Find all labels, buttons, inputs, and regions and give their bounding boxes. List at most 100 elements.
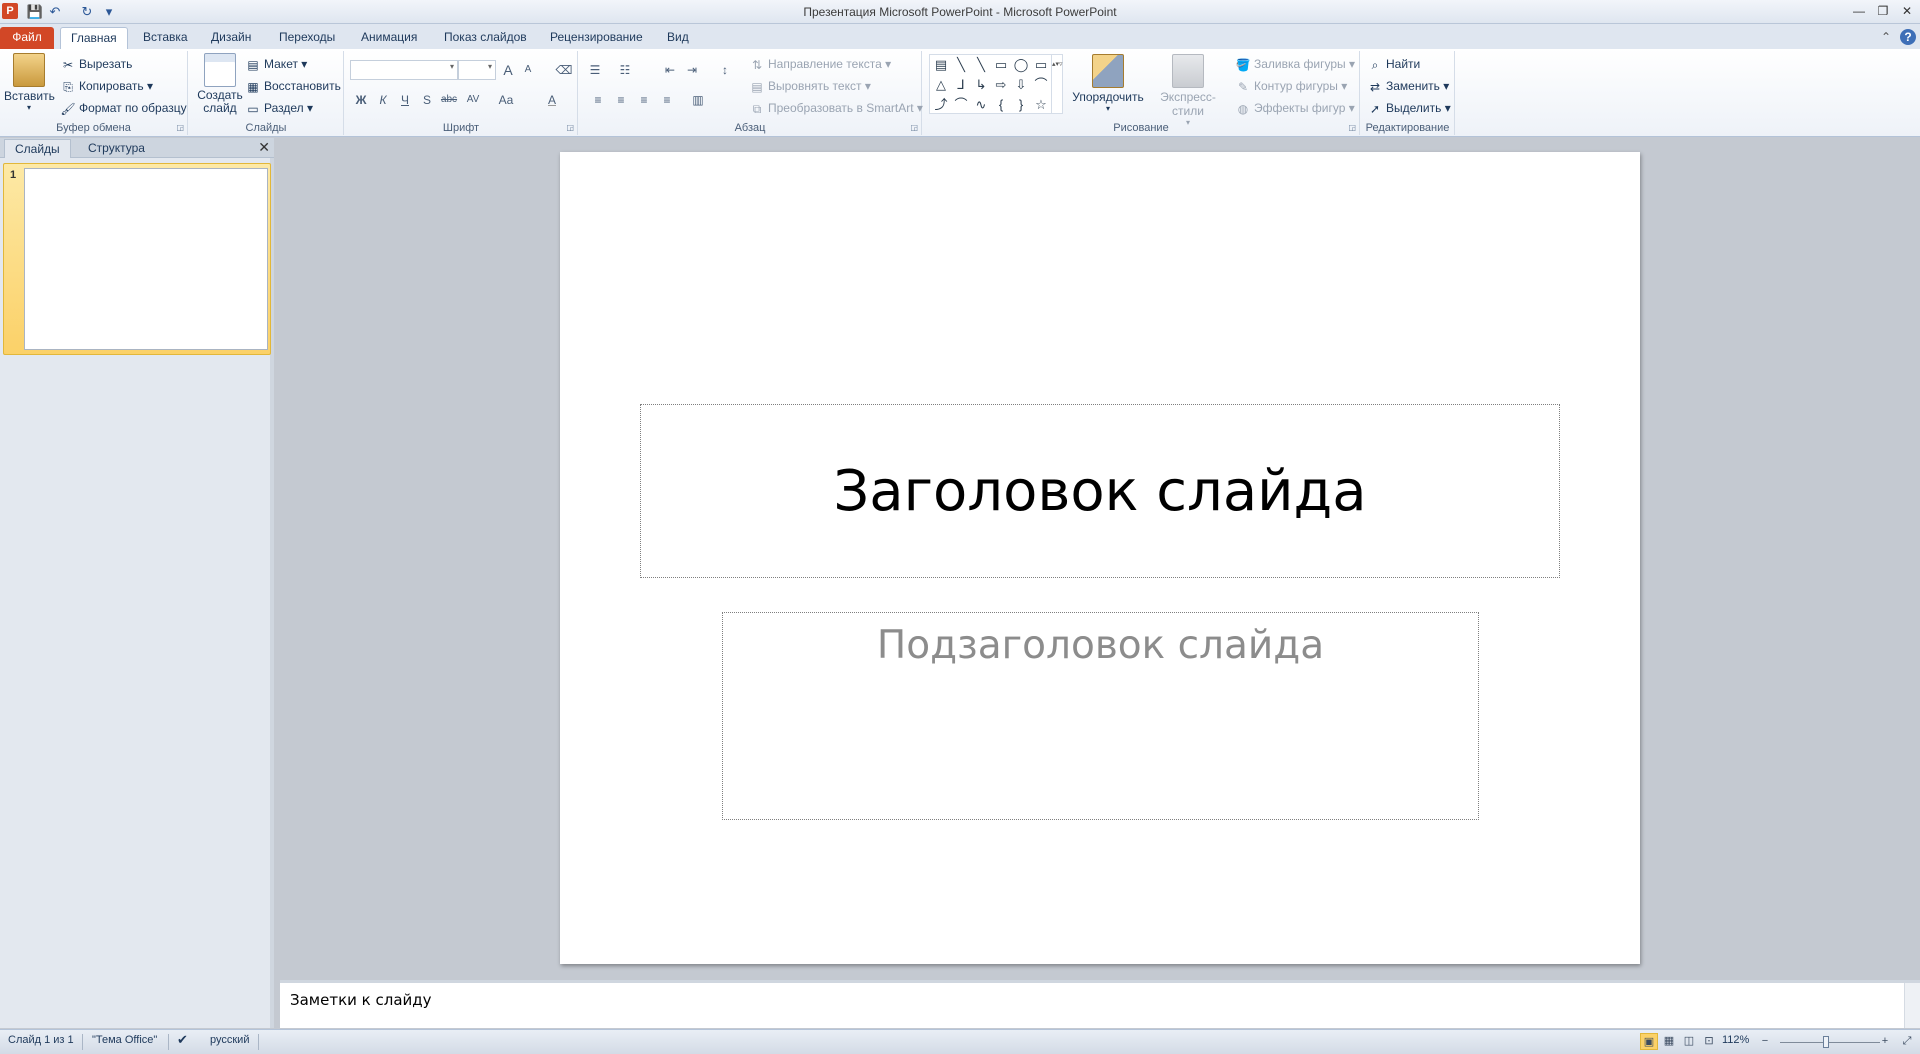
numbering-icon[interactable]: ☷ bbox=[614, 60, 636, 80]
format-painter-button[interactable]: 🖌 Формат по образцу bbox=[60, 98, 186, 118]
tab-outline-pane[interactable]: Структура bbox=[78, 139, 155, 158]
dialog-launcher-icon[interactable]: ◲ bbox=[176, 123, 184, 132]
bullets-icon[interactable]: ☰ bbox=[584, 60, 606, 80]
quick-styles-button[interactable]: Экспресс-стили ▾ bbox=[1145, 54, 1231, 127]
zoom-slider-thumb[interactable] bbox=[1823, 1036, 1829, 1048]
shape-gallery-item-icon[interactable]: ╲ bbox=[952, 56, 970, 74]
shape-gallery-item-icon[interactable]: ☆ bbox=[1032, 96, 1050, 114]
close-button[interactable]: ✕ bbox=[1896, 2, 1918, 20]
line-spacing-icon[interactable]: ↕ bbox=[714, 60, 736, 80]
shape-fill-button[interactable]: 🪣 Заливка фигуры ▾ bbox=[1235, 54, 1355, 74]
shrink-font-button[interactable]: A bbox=[517, 60, 539, 80]
theme-name[interactable]: "Тема Office" bbox=[92, 1034, 157, 1046]
find-button[interactable]: ⌕ Найти bbox=[1367, 54, 1421, 74]
shape-effects-button[interactable]: ◍ Эффекты фигур ▾ bbox=[1235, 98, 1355, 118]
font-size-combo[interactable]: ▾ bbox=[458, 60, 496, 80]
tab-home[interactable]: Главная bbox=[60, 27, 128, 49]
shape-gallery-item-icon[interactable]: ∿ bbox=[972, 96, 990, 114]
font-family-combo[interactable]: ▾ bbox=[350, 60, 458, 80]
convert-smartart-button[interactable]: ⧉ Преобразовать в SmartArt ▾ bbox=[749, 98, 923, 118]
underline-button[interactable]: Ч bbox=[394, 90, 416, 110]
character-spacing-button[interactable]: AV bbox=[462, 90, 484, 110]
copy-button[interactable]: ⎘ Копировать ▾ bbox=[60, 76, 153, 96]
normal-view-icon[interactable]: ▣ bbox=[1640, 1033, 1658, 1050]
align-center-icon[interactable]: ≡ bbox=[610, 90, 632, 110]
align-text-button[interactable]: ▤ Выровнять текст ▾ bbox=[749, 76, 871, 96]
language[interactable]: русский bbox=[210, 1034, 249, 1046]
justify-icon[interactable]: ≡ bbox=[656, 90, 678, 110]
clear-formatting-icon[interactable]: ⌫ bbox=[553, 60, 575, 80]
paste-button[interactable]: Вставить ▾ bbox=[4, 53, 55, 112]
shape-gallery-item-icon[interactable]: ▭ bbox=[992, 56, 1010, 74]
shape-gallery-item-icon[interactable]: ╲ bbox=[972, 56, 990, 74]
arrange-button[interactable]: Упорядочить ▾ bbox=[1071, 54, 1145, 113]
tab-slides-pane[interactable]: Слайды bbox=[4, 139, 71, 158]
decrease-indent-icon[interactable]: ⇤ bbox=[659, 60, 681, 80]
tab-animation[interactable]: Анимация bbox=[351, 27, 427, 49]
cut-button[interactable]: ✂ Вырезать bbox=[60, 54, 132, 74]
replace-button[interactable]: ⇄ Заменить ▾ bbox=[1367, 76, 1449, 96]
bold-button[interactable]: Ж bbox=[350, 90, 372, 110]
subtitle-placeholder[interactable]: Подзаголовок слайда bbox=[722, 612, 1479, 820]
shapes-gallery[interactable]: ▤ ╲ ╲ ▭ ◯ ▭ △ ⅃ ↳ ⇨ ⇩ ⌒ ⤴ ⌒ ∿{} ☆ ▴▾▿ bbox=[929, 54, 1063, 114]
shape-outline-button[interactable]: ✎ Контур фигуры ▾ bbox=[1235, 76, 1347, 96]
shape-gallery-item-icon[interactable]: △ bbox=[932, 76, 950, 94]
notes-scrollbar[interactable] bbox=[1904, 983, 1920, 1028]
shape-gallery-item-icon[interactable]: ⤴ bbox=[932, 96, 950, 114]
zoom-level[interactable]: 112% bbox=[1722, 1034, 1749, 1046]
slide-thumbnail[interactable] bbox=[24, 168, 268, 350]
minimize-ribbon-icon[interactable]: ⌃ bbox=[1878, 29, 1894, 45]
shape-gallery-item-icon[interactable]: ⌒ bbox=[1032, 76, 1050, 94]
tab-slideshow[interactable]: Показ слайдов bbox=[434, 27, 537, 49]
fit-to-window-icon[interactable]: ⤢ bbox=[1898, 1033, 1916, 1050]
shape-gallery-item-icon[interactable]: ⇩ bbox=[1012, 76, 1030, 94]
close-icon[interactable]: ✕ bbox=[258, 139, 270, 156]
shape-gallery-item-icon[interactable]: ⌒ bbox=[952, 96, 970, 114]
shape-gallery-item-icon[interactable]: } bbox=[1012, 96, 1030, 114]
slide-thumbnail-item[interactable]: 1 bbox=[3, 163, 271, 355]
increase-indent-icon[interactable]: ⇥ bbox=[681, 60, 703, 80]
align-right-icon[interactable]: ≡ bbox=[633, 90, 655, 110]
italic-button[interactable]: К bbox=[372, 90, 394, 110]
reset-button[interactable]: ▦ Восстановить bbox=[245, 76, 341, 96]
slide-canvas[interactable]: Заголовок слайда Подзаголовок слайда bbox=[560, 152, 1640, 964]
tab-transitions[interactable]: Переходы bbox=[269, 27, 345, 49]
gallery-more-icon[interactable]: ▴▾▿ bbox=[1051, 55, 1063, 113]
zoom-slider[interactable] bbox=[1780, 1042, 1880, 1043]
shape-gallery-item-icon[interactable]: ▤ bbox=[932, 56, 950, 74]
layout-button[interactable]: ▤ Макет ▾ bbox=[245, 54, 307, 74]
tab-insert[interactable]: Вставка bbox=[133, 27, 198, 49]
title-placeholder[interactable]: Заголовок слайда bbox=[640, 404, 1560, 578]
minimize-button[interactable]: — bbox=[1848, 2, 1870, 20]
new-slide-button[interactable]: Создать слайд bbox=[195, 53, 245, 115]
notes-pane[interactable]: Заметки к слайду bbox=[280, 980, 1920, 1028]
tab-file[interactable]: Файл bbox=[0, 27, 54, 49]
tab-review[interactable]: Рецензирование bbox=[540, 27, 653, 49]
shape-gallery-item-icon[interactable]: ⇨ bbox=[992, 76, 1010, 94]
section-button[interactable]: ▭ Раздел ▾ bbox=[245, 98, 313, 118]
shadow-button[interactable]: S bbox=[416, 90, 438, 110]
dialog-launcher-icon[interactable]: ◲ bbox=[910, 123, 918, 132]
align-left-icon[interactable]: ≡ bbox=[587, 90, 609, 110]
text-direction-button[interactable]: ⇅ Направление текста ▾ bbox=[749, 54, 891, 74]
shape-gallery-item-icon[interactable]: ▭ bbox=[1032, 56, 1050, 74]
tab-view[interactable]: Вид bbox=[657, 27, 699, 49]
dialog-launcher-icon[interactable]: ◲ bbox=[566, 123, 574, 132]
font-color-button[interactable]: A bbox=[541, 90, 563, 110]
zoom-out-button[interactable]: − bbox=[1756, 1033, 1774, 1050]
shape-gallery-item-icon[interactable]: { bbox=[992, 96, 1010, 114]
restore-button[interactable]: ❐ bbox=[1872, 2, 1894, 20]
tab-design[interactable]: Дизайн bbox=[201, 27, 261, 49]
spellcheck-icon[interactable]: ✔ bbox=[177, 1032, 188, 1048]
shape-gallery-item-icon[interactable]: ◯ bbox=[1012, 56, 1030, 74]
reading-view-icon[interactable]: ◫ bbox=[1680, 1033, 1698, 1050]
shape-gallery-item-icon[interactable]: ⅃ bbox=[952, 76, 970, 94]
select-button[interactable]: ➚ Выделить ▾ bbox=[1367, 98, 1451, 118]
change-case-button[interactable]: Aa bbox=[495, 90, 517, 110]
slideshow-view-icon[interactable]: ⊡ bbox=[1700, 1033, 1718, 1050]
slide-sorter-icon[interactable]: ▦ bbox=[1660, 1033, 1678, 1050]
shape-gallery-item-icon[interactable]: ↳ bbox=[972, 76, 990, 94]
help-icon[interactable]: ? bbox=[1900, 29, 1916, 45]
zoom-in-button[interactable]: + bbox=[1876, 1033, 1894, 1050]
dialog-launcher-icon[interactable]: ◲ bbox=[1348, 123, 1356, 132]
